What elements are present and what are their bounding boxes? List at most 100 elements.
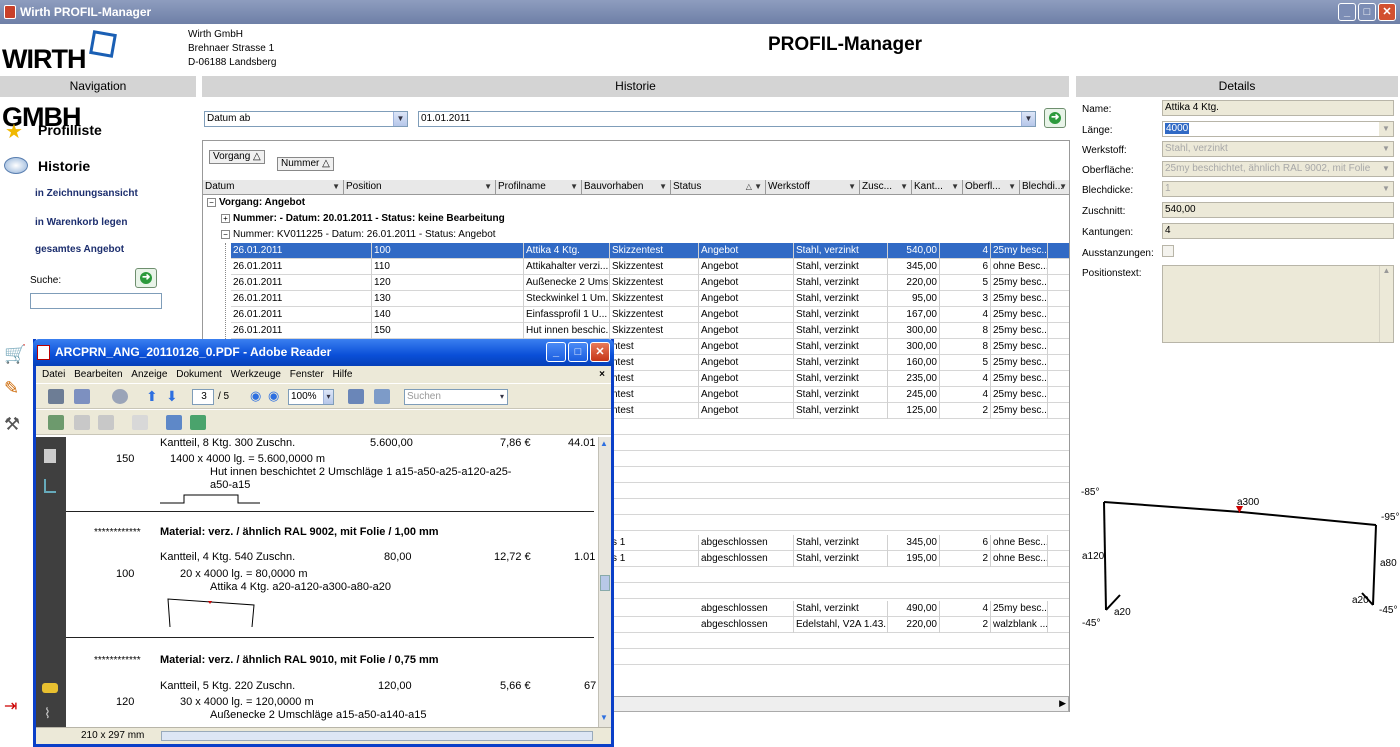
minimize-button[interactable]: _ [1338,3,1356,21]
werkstoff-select[interactable]: Stahl, verzinkt ▼ [1162,141,1394,157]
menu-hilfe[interactable]: Hilfe [332,369,352,380]
table-row[interactable]: 26.01.2011 120 Außenecke 2 Ums... Skizzente… [231,275,1069,291]
pdf-horizontal-scrollbar[interactable] [161,731,593,741]
zuschnitt-field[interactable]: 540,00 [1162,202,1394,218]
col-position[interactable]: Position ▼ [344,180,496,195]
col-werkstoff[interactable]: Werkstoff ▼ [766,180,860,195]
forward-icon[interactable] [98,415,114,430]
zoom-select[interactable]: 100% ▾ [288,389,334,405]
chevron-right-icon[interactable]: ▶ [1059,698,1066,709]
menu-bearbeiten[interactable]: Bearbeiten [74,369,122,380]
fit-page-icon[interactable] [374,389,390,404]
pencil-icon[interactable]: ✎ [4,378,28,400]
menu-close-icon[interactable]: × [599,366,605,383]
table-row[interactable]: 26.01.2011 110 Attikahalter verzi... Skizze… [231,259,1069,275]
pdf-text: Material: verz. / ähnlich RAL 9010, mit … [160,654,439,666]
page-number-input[interactable]: 3 [192,389,214,405]
table-row[interactable]: 26.01.2011 140 Einfassprofil 1 U... Skizzen… [231,307,1069,323]
group-row-vorgang[interactable]: − Vorgang: Angebot [207,195,305,211]
group-row-nummer-2[interactable]: − Nummer: KV011225 - Datum: 26.01.2011 - … [221,227,496,243]
page-down-icon[interactable]: ⬇ [166,389,182,404]
col-status[interactable]: Status △ ▼ [671,180,766,195]
menu-werkzeuge[interactable]: Werkzeuge [231,369,281,380]
pdf-toolbar-2 [36,409,611,435]
bookmarks-icon[interactable] [44,479,56,493]
laenge-select[interactable]: 4000 ▼ [1162,121,1394,137]
pdf-maximize-button[interactable]: □ [568,342,588,362]
col-oberflaeche[interactable]: Oberfl... ▼ [963,180,1020,195]
email-icon[interactable] [74,389,90,404]
col-blechdicke[interactable]: Blechdi... ▼ [1020,180,1069,195]
collapse-icon[interactable]: − [221,229,230,239]
expand-icon[interactable]: + [221,213,230,223]
nav-warenkorb[interactable]: in Warenkorb legen [35,217,127,228]
textarea-scrollbar[interactable]: ▲ [1379,266,1393,342]
grid-horizontal-scrollbar[interactable]: ▶ [604,696,1069,712]
pdf-text: 120 [116,696,135,708]
cell-status: Angebot [699,323,794,339]
object-icon[interactable] [166,415,182,430]
filter-go-button[interactable]: ➜ [1044,108,1066,128]
pdf-search-input[interactable]: Suchen ▾ [404,389,508,405]
blechdicke-select[interactable]: 1 ▼ [1162,181,1394,197]
pdf-vertical-scrollbar[interactable]: ▲ ▼ [598,437,611,727]
oberflaeche-label: Oberfläche: [1082,165,1134,176]
cart-icon[interactable]: 🛒 [4,344,28,366]
menu-fenster[interactable]: Fenster [290,369,324,380]
oberflaeche-select[interactable]: 25my beschichtet, ähnlich RAL 9002, mit … [1162,161,1394,177]
copy-icon[interactable] [132,415,148,430]
exit-icon[interactable]: ⇥ [4,696,28,718]
grid-icon[interactable] [190,415,206,430]
back-icon[interactable] [74,415,90,430]
pdf-reader-window[interactable]: ARCPRN_ANG_20110126_0.PDF - Adobe Reader… [33,339,614,747]
menu-anzeige[interactable]: Anzeige [131,369,167,380]
group-chip-vorgang[interactable]: Vorgang △ [209,150,265,164]
close-button[interactable]: ✕ [1378,3,1396,21]
scroll-thumb[interactable] [600,575,610,591]
page-up-icon[interactable]: ⬆ [146,389,162,404]
pdf-document-page[interactable]: Kantteil, 8 Ktg. 300 Zuschn. 5.600,00 7,… [66,437,598,727]
col-kantungen[interactable]: Kant... ▼ [912,180,963,195]
search-input[interactable] [30,293,162,309]
zoom-out-icon[interactable]: ◉ [250,389,266,404]
menu-datei[interactable]: Datei [42,369,65,380]
kantungen-field[interactable]: 4 [1162,223,1394,239]
collaborate-icon[interactable] [112,389,128,404]
table-row[interactable]: 26.01.2011 100 Attika 4 Ktg. Skizzentest Ang… [231,243,1069,259]
scroll-up-icon[interactable]: ▲ [600,439,608,448]
col-label: Oberfl... [965,181,1001,192]
collapse-icon[interactable]: − [207,197,216,207]
table-row[interactable]: 26.01.2011 150 Hut innen beschic... Skizzen… [231,323,1069,339]
nav-zeichnungsansicht[interactable]: in Zeichnungsansicht [35,188,138,199]
pdf-window-title: ARCPRN_ANG_20110126_0.PDF - Adobe Reader [55,345,332,359]
search-go-button[interactable]: ➜ [135,268,157,288]
filter-field-select[interactable]: Datum ab ▼ [204,111,408,127]
col-zuschnitt[interactable]: Zusc... ▼ [860,180,912,195]
group-chip-nummer[interactable]: Nummer △ [277,157,334,171]
pdf-minimize-button[interactable]: _ [546,342,566,362]
group-row-nummer-1[interactable]: + Nummer: - Datum: 20.01.2011 - Status: k… [221,211,505,227]
save-icon[interactable] [348,389,364,404]
maximize-button[interactable]: □ [1358,3,1376,21]
pages-icon[interactable] [44,449,56,463]
zoom-in-icon[interactable]: ◉ [268,389,284,404]
name-field[interactable]: Attika 4 Ktg. [1162,100,1394,116]
nav-profilliste[interactable]: Profilliste [38,122,102,138]
col-bauvorhaben[interactable]: Bauvorhaben ▼ [582,180,671,195]
scroll-down-icon[interactable]: ▼ [600,713,608,722]
ausstanzungen-checkbox[interactable] [1162,245,1174,257]
comments-icon[interactable] [42,683,58,693]
col-profilname[interactable]: Profilname ▼ [496,180,582,195]
attachment-icon[interactable]: ⌇ [44,705,51,722]
print-icon[interactable] [48,389,64,404]
col-datum[interactable]: Datum ▼ [203,180,344,195]
nav-gesamtes-angebot[interactable]: gesamtes Angebot [35,244,124,255]
positionstext-area[interactable]: ▲ [1162,265,1394,343]
filter-date-input[interactable]: 01.01.2011 ▼ [418,111,1036,127]
pdf-close-button[interactable]: ✕ [590,342,610,362]
tools-icon[interactable]: ⚒ [4,414,28,436]
menu-dokument[interactable]: Dokument [176,369,222,380]
spellcheck-icon[interactable] [48,415,64,430]
nav-historie[interactable]: Historie [38,158,90,174]
table-row[interactable]: 26.01.2011 130 Steckwinkel 1 Um... Skizzent… [231,291,1069,307]
